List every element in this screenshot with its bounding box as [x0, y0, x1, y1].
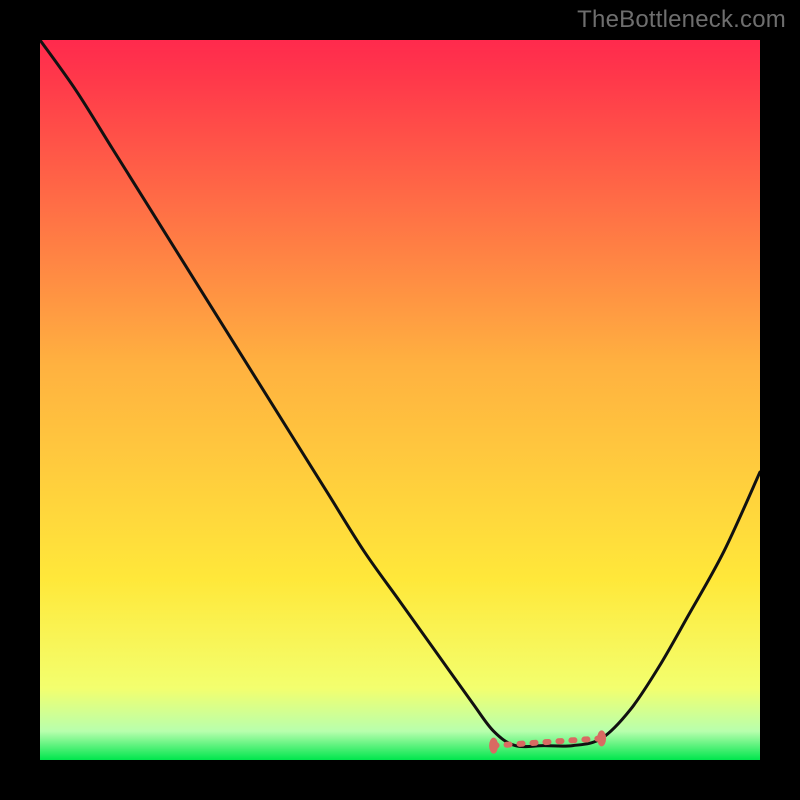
flat-region-end-1 [597, 730, 606, 746]
chart-plot-area [40, 40, 760, 760]
flat-region-end-0 [489, 738, 498, 754]
chart-background [40, 40, 760, 760]
watermark-label: TheBottleneck.com [577, 6, 786, 34]
chart-frame: TheBottleneck.com [0, 0, 800, 800]
chart-svg [40, 40, 760, 760]
